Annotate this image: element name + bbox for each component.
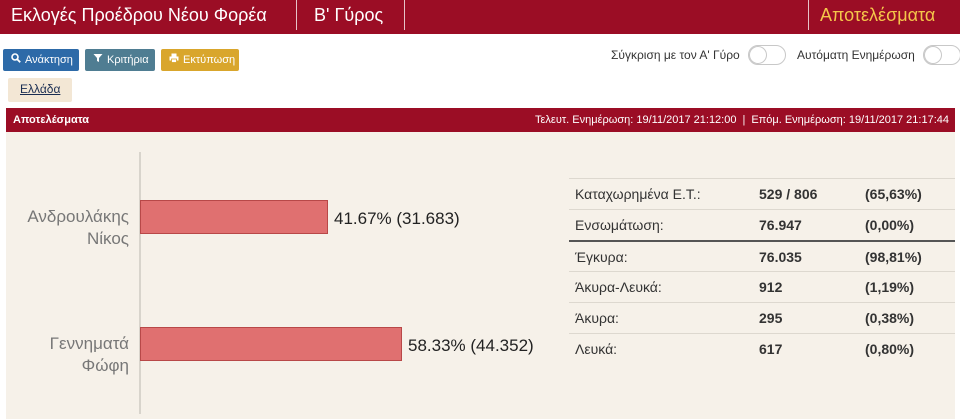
last-update: Τελευτ. Ενημέρωση: 19/11/2017 21:12:00 (535, 114, 737, 126)
breadcrumb: Ελλάδα (8, 78, 73, 102)
candidate-name-line: Φώφη (81, 356, 129, 375)
print-button-label: Εκτύπωση (183, 54, 236, 66)
update-info: Τελευτ. Ενημέρωση: 19/11/2017 21:12:00 | Ε… (535, 108, 949, 132)
results-header: Αποτελέσματα Τελευτ. Ενημέρωση: 19/11/20… (6, 108, 955, 132)
candidate-name-line: Ανδρουλάκης (27, 207, 129, 226)
stats-row: Καταχωρημένα Ε.Τ.: 529 / 806 (65,63%) (569, 178, 955, 209)
filter-button-label: Κριτήρια (107, 54, 149, 66)
round-link[interactable]: Β' Γύρος (314, 0, 383, 34)
stats-value: 76.947 (759, 217, 802, 233)
stats-percent: (1,19%) (865, 279, 915, 295)
toggle-knob (924, 46, 942, 64)
app-title: Εκλογές Προέδρου Νέου Φορέα (11, 5, 267, 25)
stats-value: 295 (759, 310, 783, 326)
stats-label: Λευκά: (575, 341, 618, 357)
stats-percent: (65,63%) (865, 186, 922, 202)
candidate-name-line: Γεννηματά (49, 334, 129, 353)
breadcrumb-item-greece[interactable]: Ελλάδα (20, 82, 60, 96)
compare-toggle[interactable] (748, 45, 786, 65)
stats-row: Ενσωμάτωση: 76.947 (0,00%) (569, 209, 955, 240)
stats-table: Καταχωρημένα Ε.Τ.: 529 / 806 (65,63%) Ενσωμ… (569, 178, 955, 364)
stats-value: 76.035 (759, 249, 802, 265)
top-bar: Εκλογές Προέδρου Νέου Φορέα Β' Γύρος Απο… (0, 0, 960, 34)
auto-update-toggle[interactable] (923, 45, 960, 65)
update-separator: | (742, 114, 746, 126)
stats-label: Ενσωμάτωση: (575, 217, 664, 233)
stats-percent: (0,80%) (865, 341, 915, 357)
stats-percent: (98,81%) (865, 249, 922, 265)
filter-button[interactable]: Κριτήρια (85, 49, 155, 71)
stats-row: Άκυρα-Λευκά: 912 (1,19%) (569, 271, 955, 302)
stats-label: Άκυρα-Λευκά: (575, 279, 662, 295)
stats-percent: (0,00%) (865, 217, 915, 233)
results-title: Αποτελέσματα (13, 114, 90, 126)
search-icon (11, 50, 21, 72)
candidate-name: Ανδρουλάκης Νίκος (9, 206, 129, 250)
toggle-knob (749, 46, 767, 64)
stats-row: Άκυρα: 295 (0,38%) (569, 302, 955, 333)
header-divider (296, 0, 297, 30)
auto-update-toggle-label: Αυτόματη Ενημέρωση (797, 48, 915, 62)
compare-toggle-label: Σύγκριση με τον Α' Γύρο (611, 48, 740, 62)
stats-value: 617 (759, 341, 783, 357)
stats-value: 912 (759, 279, 783, 295)
stats-label: Καταχωρημένα Ε.Τ.: (575, 186, 701, 202)
result-bar (140, 200, 328, 234)
candidate-name: Γεννηματά Φώφη (9, 333, 129, 377)
result-bar-label: 58.33% (44.352) (408, 336, 534, 355)
next-update: Επόμ. Ενημέρωση: 19/11/2017 21:17:44 (751, 114, 949, 126)
print-icon (169, 50, 179, 72)
results-link[interactable]: Αποτελέσματα (820, 0, 935, 34)
stats-row: Έγκυρα: 76.035 (98,81%) (569, 240, 955, 271)
header-divider (404, 0, 405, 30)
stats-row: Λευκά: 617 (0,80%) (569, 333, 955, 364)
stats-label: Έγκυρα: (575, 249, 628, 265)
chart-axis (139, 152, 141, 414)
stats-value: 529 / 806 (759, 186, 818, 202)
stats-percent: (0,38%) (865, 310, 915, 326)
search-button[interactable]: Ανάκτηση (3, 49, 79, 71)
stats-label: Άκυρα: (575, 310, 619, 326)
print-button[interactable]: Εκτύπωση (161, 49, 239, 71)
result-bar (140, 327, 402, 361)
search-button-label: Ανάκτηση (25, 54, 73, 66)
header-divider (808, 0, 809, 30)
candidate-name-line: Νίκος (87, 229, 129, 248)
result-bar-label: 41.67% (31.683) (334, 209, 460, 228)
filter-icon (93, 50, 103, 72)
